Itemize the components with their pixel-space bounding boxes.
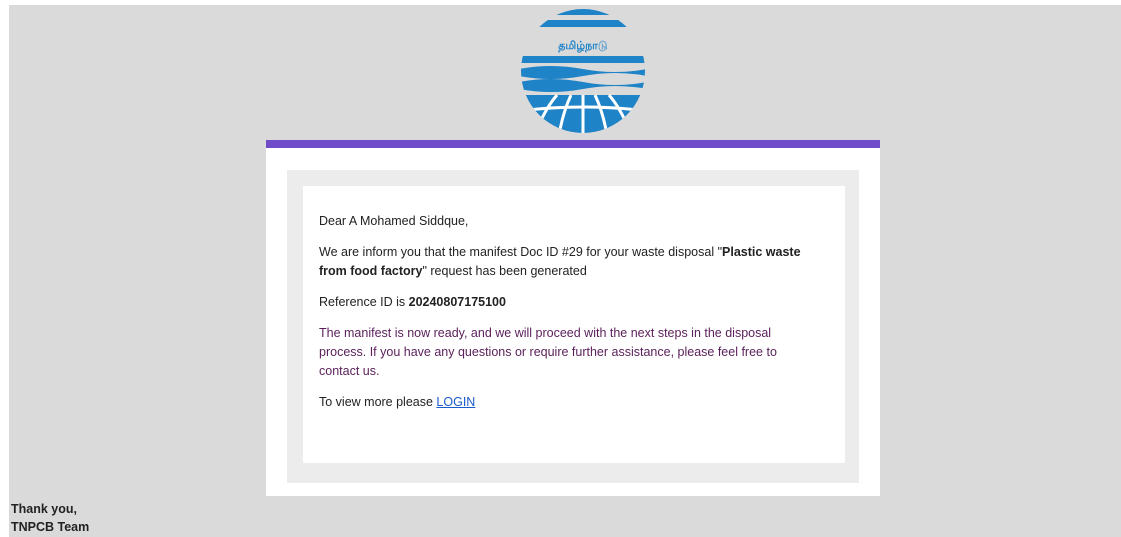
reference-prefix: Reference ID is — [319, 295, 409, 309]
signoff: Thank you, TNPCB Team — [11, 500, 89, 536]
logo-text: தமிழ்நாடு — [558, 39, 608, 53]
greeting: Dear A Mohamed Siddque, — [319, 214, 469, 228]
email-background: தமிழ்நாடு Dear A Mohamed Siddque, We are… — [9, 5, 1121, 537]
email-content-frame: Dear A Mohamed Siddque, We are inform yo… — [287, 170, 859, 483]
view-more-prefix: To view more please — [319, 395, 437, 409]
next-steps-message: The manifest is now ready, and we will p… — [319, 326, 777, 378]
email-card: Dear A Mohamed Siddque, We are inform yo… — [266, 140, 880, 496]
view-more-line: To view more please LOGIN — [319, 393, 812, 412]
email-content: Dear A Mohamed Siddque, We are inform yo… — [303, 186, 845, 463]
signoff-team: TNPCB Team — [11, 520, 90, 534]
tnpcb-logo-icon: தமிழ்நாடு — [519, 7, 647, 135]
manifest-message-suffix: " request has been generated — [422, 264, 587, 278]
manifest-message: We are inform you that the manifest Doc … — [319, 243, 812, 281]
signoff-thanks: Thank you, — [11, 502, 77, 516]
reference-id: 20240807175100 — [408, 295, 506, 309]
login-link[interactable]: LOGIN — [436, 395, 475, 409]
reference-line: Reference ID is 20240807175100 — [319, 293, 812, 312]
manifest-message-prefix: We are inform you that the manifest Doc … — [319, 245, 723, 259]
